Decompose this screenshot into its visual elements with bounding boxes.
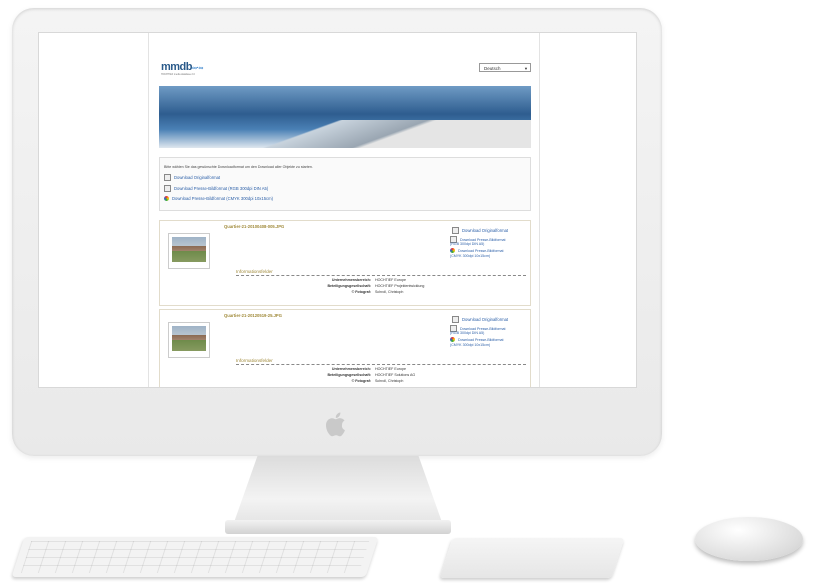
link-label: Download Originalformat — [462, 228, 509, 233]
media-item: Quartier-21-20100408-005.JPG Download Or… — [159, 220, 531, 306]
file-name[interactable]: Quartier-21-20100408-005.JPG — [224, 224, 284, 229]
intro-text: Bitte wählen Sie das gewünschte Download… — [164, 165, 313, 169]
field-key: © Fotograf: — [351, 290, 371, 294]
download-cmyk-link[interactable]: Download Presse-Bildformat (CMYK 300dpi … — [164, 196, 273, 201]
download-original-link[interactable]: Download Originalformat — [452, 227, 508, 234]
link-label: Download Presse-Bildformat — [460, 326, 506, 331]
download-cmyk-link[interactable]: Download Presse-Bildformat — [450, 248, 504, 253]
link-label: Download Presse-Bildformat — [458, 337, 504, 342]
color-wheel-icon — [450, 248, 455, 253]
web-page: mmdb∞·∞ HOCHTIEF media database 2.0 Deut… — [149, 33, 539, 387]
chevron-down-icon: ▼ — [524, 66, 528, 71]
download-all-panel: Bitte wählen Sie das gewünschte Download… — [159, 157, 531, 211]
field-key: © Fotograf: — [351, 379, 371, 383]
mmdb-logo[interactable]: mmdb∞·∞ — [161, 61, 203, 73]
link-label: Download Originalformat — [174, 175, 221, 180]
media-item: Quartier-21-20120519-25.JPG Download Ori… — [159, 309, 531, 387]
field-value: Schroll, Christoph — [375, 379, 404, 383]
file-name[interactable]: Quartier-21-20120519-25.JPG — [224, 313, 282, 318]
field-key: Unternehmensbereich: — [331, 367, 371, 371]
magic-mouse — [695, 517, 803, 561]
thumbnail[interactable] — [168, 322, 210, 358]
logo-text: mmdb — [161, 61, 193, 73]
divider — [236, 275, 526, 276]
download-original-link[interactable]: Download Originalformat — [164, 174, 220, 181]
field-value: HOCHTIEF Projektentwicklung — [375, 284, 425, 288]
field-value: HOCHTIEF Europe — [375, 278, 406, 282]
monitor-stand — [232, 456, 444, 528]
download-cmyk-link[interactable]: Download Presse-Bildformat — [450, 337, 504, 342]
house-photo — [172, 237, 206, 262]
house-photo — [172, 326, 206, 351]
header-banner — [159, 86, 531, 148]
field-value: HOCHTIEF Europe — [375, 367, 406, 371]
link-label: Download Presse-Bildformat — [460, 237, 506, 242]
link-label: Download Presse-Bildformat (RGB 300dpi D… — [174, 186, 269, 191]
link-label: Download Presse-Bildformat (CMYK 300dpi … — [172, 196, 274, 201]
language-value: Deutsch — [484, 66, 501, 71]
color-wheel-icon — [164, 196, 169, 201]
stand-foot — [225, 520, 451, 534]
link-label: Download Originalformat — [462, 317, 509, 322]
download-original-link[interactable]: Download Originalformat — [452, 316, 508, 323]
download-rgb-link[interactable]: Download Presse-Bildformat (RGB 300dpi D… — [164, 185, 268, 192]
field-value: Schroll, Christoph — [375, 290, 404, 294]
screen: mmdb∞·∞ HOCHTIEF media database 2.0 Deut… — [39, 33, 636, 387]
apple-logo-icon — [326, 412, 345, 437]
document-icon — [452, 227, 459, 234]
field-key: Beteiligungsgesellschaft: — [327, 284, 371, 288]
fields-title: Informationsfelder — [236, 358, 273, 363]
document-icon — [452, 316, 459, 323]
field-value: HOCHTIEF Solutions AG — [375, 373, 416, 377]
link-label: Download Presse-Bildformat — [458, 248, 504, 253]
document-icon — [164, 174, 171, 181]
thumbnail[interactable] — [168, 233, 210, 269]
download-rgb-sub[interactable]: (RGB 300dpi DIN A5) — [450, 331, 484, 335]
logo-subtitle: HOCHTIEF media database 2.0 — [161, 73, 195, 76]
trackpad — [439, 538, 625, 578]
fields-title: Informationsfelder — [236, 269, 273, 274]
banner-wedge — [159, 120, 531, 148]
download-cmyk-sub[interactable]: (CMYK 300dpi 10x15cm) — [450, 254, 490, 258]
field-key: Beteiligungsgesellschaft: — [327, 373, 371, 377]
keyboard — [11, 537, 379, 577]
divider — [236, 364, 526, 365]
language-select[interactable]: Deutsch ▼ — [479, 63, 531, 72]
logo-dots-icon: ∞·∞ — [192, 65, 203, 72]
imac-monitor: mmdb∞·∞ HOCHTIEF media database 2.0 Deut… — [12, 8, 662, 456]
download-cmyk-sub[interactable]: (CMYK 300dpi 10x15cm) — [450, 343, 490, 347]
color-wheel-icon — [450, 337, 455, 342]
field-key: Unternehmensbereich: — [331, 278, 371, 282]
printer-icon — [164, 185, 171, 192]
download-rgb-sub[interactable]: (RGB 300dpi DIN A5) — [450, 242, 484, 246]
keyboard-keys — [20, 541, 370, 573]
